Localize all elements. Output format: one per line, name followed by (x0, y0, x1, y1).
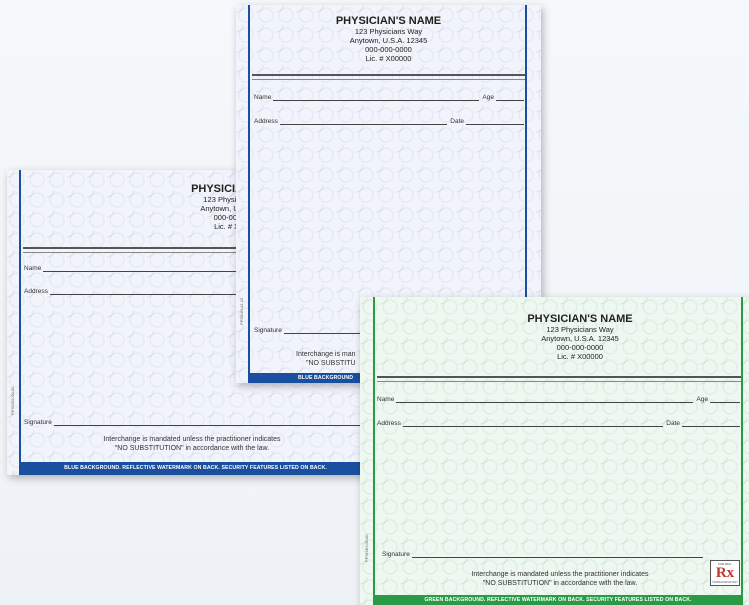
name-label: Name (254, 94, 272, 101)
age-line (710, 396, 740, 403)
name-line (396, 396, 694, 403)
age-label: Age (482, 94, 494, 101)
license: Lic. # X00000 (557, 351, 603, 361)
header-rule (377, 376, 741, 382)
rx-bottom-text: TAMPER RESISTANT (712, 581, 738, 584)
footer-banner: BLUE BACKGROUND. REFLECTIVE WATERMARK ON… (19, 462, 372, 475)
signature-label: Signature (24, 419, 52, 426)
signature-label: Signature (254, 327, 282, 334)
footer-banner: GREEN BACKGROUND. REFLECTIVE WATERMARK O… (373, 595, 743, 605)
physician-header: PHYSICIAN'S NAME 123 Physicians Way Anyt… (286, 15, 491, 63)
notice-line1: Interchange is mandated unless the pract… (471, 571, 649, 578)
address-line (279, 118, 448, 125)
pad-left-border (373, 297, 375, 605)
name-field[interactable]: Name Age (377, 396, 740, 403)
pad-left-border (248, 5, 250, 383)
side-code: PPSN4W-00-00 (10, 386, 15, 415)
notice-line2: "NO SUBSTITUTION" in accordance with the… (482, 579, 638, 587)
signature-label: Signature (382, 551, 410, 558)
age-line (496, 94, 524, 101)
substitution-notice: Interchange is mandated unless the pract… (420, 571, 700, 589)
header-rule (252, 74, 525, 80)
name-line (273, 94, 480, 101)
signature-field[interactable]: Signature (24, 419, 372, 426)
age-label: Age (696, 396, 708, 403)
substitution-notice: Interchange is mandated unless the pract… (47, 436, 337, 454)
signature-field[interactable]: Signature (382, 551, 703, 558)
side-code: PPSH4H-00-00 (364, 534, 369, 562)
date-line (466, 118, 524, 125)
date-label: Date (666, 420, 680, 427)
name-label: Name (377, 396, 395, 403)
green-prescription-pad: PPSH4H-00-00 PHYSICIAN'S NAME 123 Physic… (360, 297, 749, 605)
date-label: Date (450, 118, 464, 125)
notice-line2: "NO SUBSTITUTION" in accordance with the… (114, 444, 270, 452)
pad-left-border (19, 170, 21, 475)
name-field[interactable]: Name Age (254, 94, 524, 101)
date-line (682, 420, 740, 427)
address-line (402, 420, 664, 427)
address-label: Address (24, 288, 48, 295)
pad-right-border (741, 297, 743, 605)
rx-logo: PUB.REG. Rx TAMPER RESISTANT (710, 560, 740, 586)
name-label: Name (24, 265, 42, 272)
side-code: PPSB4H-41-12 (239, 297, 244, 325)
rx-symbol: Rx (715, 565, 735, 581)
address-field[interactable]: Address Date (377, 420, 740, 427)
address-label: Address (254, 118, 278, 125)
signature-line (53, 419, 372, 426)
notice-line1: Interchange is mandated unless the pract… (103, 436, 281, 443)
address-label: Address (377, 420, 401, 427)
signature-line (411, 551, 703, 558)
license: Lic. # X00000 (365, 53, 412, 63)
physician-header: PHYSICIAN'S NAME 123 Physicians Way Anyt… (490, 313, 670, 361)
address-field[interactable]: Address Date (254, 118, 524, 125)
